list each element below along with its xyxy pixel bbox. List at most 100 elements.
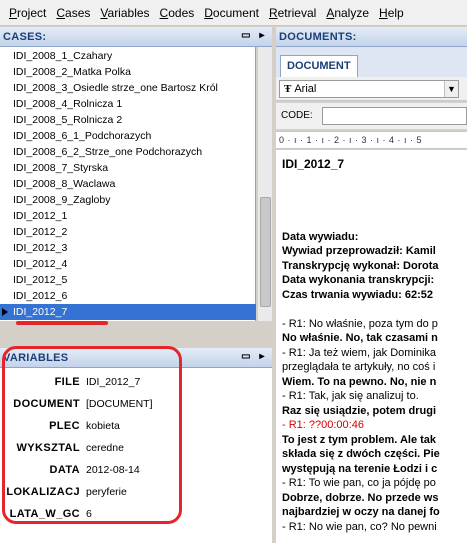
cases-scrollbar[interactable] — [257, 47, 272, 321]
menu-item-0[interactable]: Project — [4, 6, 51, 20]
case-row[interactable]: IDI_2008_3_Osiedle strze_one Bartosz Kró… — [0, 80, 256, 96]
menu-item-mnemonic: H — [379, 5, 388, 20]
menu-item-mnemonic: V — [100, 5, 108, 20]
case-row[interactable]: IDI_2008_6_2_Strze_one Podchorazych — [0, 144, 256, 160]
variables-panel-header: VARIABLES ▭ ▸ — [0, 348, 272, 368]
expand-icon[interactable]: ▸ — [256, 351, 268, 363]
restore-icon[interactable]: ▭ — [240, 30, 252, 42]
menu-item-label: nalyze — [334, 5, 370, 20]
variable-value[interactable]: 6 — [86, 505, 92, 523]
case-row[interactable]: IDI_2008_5_Rolnicza 2 — [0, 112, 256, 128]
variable-row[interactable]: LOKALIZACJ peryferie — [0, 483, 272, 501]
variable-row[interactable]: PLEC kobieta — [0, 417, 272, 435]
variables-list: FILE IDI_2012_7 DOCUMENT [DOCUMENT] PLEC kobi… — [0, 368, 272, 543]
case-label: IDI_2008_1_Czahary — [13, 50, 113, 62]
menu-item-7[interactable]: Help — [374, 6, 409, 20]
case-row[interactable]: IDI_2008_6_1_Podchorazych — [0, 128, 256, 144]
variable-value[interactable]: ceredne — [86, 439, 124, 457]
document-text-area[interactable]: IDI_2012_7 Data wywiadu: Wywiad przeprowad… — [276, 150, 467, 543]
case-label: IDI_2008_5_Rolnicza 2 — [13, 114, 123, 126]
document-line: No właśnie. No, tak czasami n — [282, 332, 438, 344]
documents-panel-header: DOCUMENTS: — [276, 27, 467, 47]
variable-name: WYKSZTAL — [16, 442, 80, 454]
case-row[interactable]: IDI_2008_4_Rolnicza 1 — [0, 96, 256, 112]
case-label: IDI_2008_4_Rolnicza 1 — [13, 98, 123, 110]
variable-value[interactable]: 2012-08-14 — [86, 461, 140, 479]
document-line: - R1: Ja też wiem, jak Dominika — [282, 346, 437, 359]
menu-item-2[interactable]: Variables — [95, 6, 154, 20]
case-label: IDI_2012_7 — [13, 306, 68, 318]
case-row[interactable]: IDI_2012_4 — [0, 256, 256, 272]
case-label: IDI_2008_6_2_Strze_one Podchorazych — [13, 146, 203, 158]
menu-item-3[interactable]: Codes — [155, 6, 200, 20]
menu-item-mnemonic: D — [204, 5, 213, 20]
restore-icon[interactable]: ▭ — [240, 351, 252, 363]
variable-value[interactable]: peryferie — [86, 483, 127, 501]
case-row[interactable]: IDI_2008_7_Styrska — [0, 160, 256, 176]
cases-list[interactable]: IDI_2008_1_Czahary IDI_2008_2_Matka Polka… — [0, 47, 256, 321]
menu-item-6[interactable]: Analyze — [321, 6, 374, 20]
case-row[interactable]: IDI_2012_2 — [0, 224, 256, 240]
menu-item-label: elp — [387, 5, 404, 20]
variable-name: FILE — [54, 376, 80, 388]
variables-panel-title: VARIABLES — [3, 351, 69, 364]
case-row[interactable]: IDI_2008_8_Waclawa — [0, 176, 256, 192]
expand-icon[interactable]: ▸ — [256, 30, 268, 42]
variable-value[interactable]: kobieta — [86, 417, 120, 435]
menu-item-label: etrieval — [277, 5, 317, 20]
cases-scroll-thumb[interactable] — [260, 197, 271, 307]
case-label: IDI_2008_6_1_Podchorazych — [13, 130, 152, 142]
document-line: występują na terenie Łodzi i c — [282, 462, 438, 475]
case-row[interactable]: IDI_2012_1 — [0, 208, 256, 224]
chevron-down-icon[interactable]: ▼ — [444, 81, 458, 97]
case-row[interactable]: IDI_2012_3 — [0, 240, 256, 256]
document-tab-bar: DOCUMENT — [276, 47, 467, 77]
document-line: Transkrypcję wykonał: Dorota — [282, 259, 439, 272]
document-line: Dobrze, dobrze. No przede ws — [282, 491, 439, 504]
code-input[interactable] — [322, 107, 467, 125]
case-row[interactable]: IDI_2012_7 — [0, 304, 256, 320]
variable-value[interactable]: IDI_2012_7 — [86, 373, 140, 391]
case-row[interactable]: IDI_2008_2_Matka Polka — [0, 64, 256, 80]
variable-value[interactable]: [DOCUMENT] — [86, 395, 153, 413]
code-label: CODE: — [281, 110, 313, 121]
document-line: - R1: ??00:00:46 — [282, 419, 364, 431]
variable-row[interactable]: LATA_W_GC 6 — [0, 505, 272, 523]
menu-item-mnemonic: P — [9, 5, 18, 20]
document-line: IDI_2012_7 — [282, 157, 345, 171]
menu-item-4[interactable]: Document — [199, 6, 264, 20]
code-toolbar: CODE: — [276, 103, 467, 129]
cases-panel-header: CASES: ▭ ▸ — [0, 27, 272, 47]
variable-row[interactable]: DATA 2012-08-14 — [0, 461, 272, 479]
document-line: Wiem. To na pewno. No, nie n — [282, 375, 437, 388]
case-row[interactable]: IDI_2008_1_Czahary — [0, 48, 256, 64]
document-line: Czas trwania wywiadu: 62:52 — [282, 288, 433, 301]
case-label: IDI_2012_3 — [13, 242, 68, 254]
document-line: najbardziej w oczy na danej fo — [282, 506, 440, 518]
case-row[interactable]: IDI_2012_6 — [0, 288, 256, 304]
annotation-underline — [16, 321, 108, 325]
variable-name: PLEC — [49, 420, 80, 432]
case-label: IDI_2008_3_Osiedle strze_one Bartosz Kró… — [13, 82, 218, 94]
case-label: IDI_2012_1 — [13, 210, 68, 222]
case-label: IDI_2008_8_Waclawa — [13, 178, 116, 190]
current-row-marker-icon — [2, 308, 8, 316]
menu-item-5[interactable]: Retrieval — [264, 6, 321, 20]
document-line: Raz się usiądzie, potem drugi — [282, 404, 437, 417]
menu-item-1[interactable]: Cases — [51, 6, 95, 20]
case-label: IDI_2012_2 — [13, 226, 68, 238]
documents-panel-title: DOCUMENTS: — [279, 30, 357, 43]
case-label: IDI_2008_2_Matka Polka — [13, 66, 131, 78]
variable-row[interactable]: DOCUMENT [DOCUMENT] — [0, 395, 272, 413]
variable-name: LOKALIZACJ — [6, 486, 80, 498]
case-row[interactable]: IDI_2008_9_Zagloby — [0, 192, 256, 208]
variable-row[interactable]: FILE IDI_2012_7 — [0, 373, 272, 391]
tab-document[interactable]: DOCUMENT — [280, 55, 358, 77]
font-toolbar: Ŧ Arial ▼ — [276, 77, 467, 101]
variable-row[interactable]: WYKSZTAL ceredne — [0, 439, 272, 457]
case-label: IDI_2012_5 — [13, 274, 68, 286]
font-select[interactable]: Ŧ Arial ▼ — [279, 80, 459, 98]
case-label: IDI_2012_4 — [13, 258, 68, 270]
document-line: - R1: No właśnie, poza tym do p — [282, 317, 438, 330]
case-row[interactable]: IDI_2012_5 — [0, 272, 256, 288]
